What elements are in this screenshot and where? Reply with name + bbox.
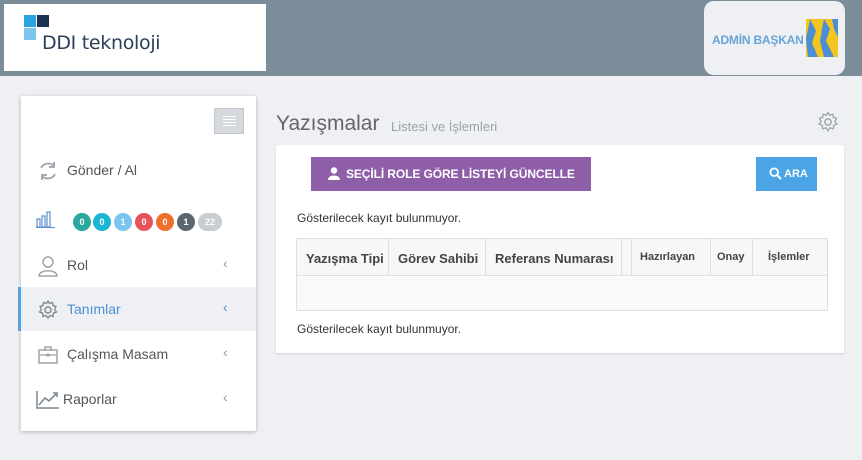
column-header[interactable]: Referans Numarası: [486, 239, 622, 276]
chevron-left-icon: ‹: [223, 389, 228, 405]
sidebar-item-calisma-masam[interactable]: Çalışma Masam ‹: [21, 332, 256, 376]
sidebar-item-label: Rol: [67, 257, 89, 273]
sidebar-item-rol[interactable]: Rol ‹: [21, 243, 256, 287]
sidebar-item-tanimlar[interactable]: Tanımlar ‹: [18, 287, 256, 331]
status-badge[interactable]: 22: [198, 213, 222, 231]
empty-message: Gösterilecek kayıt bulunmuyor.: [297, 322, 462, 336]
column-header[interactable]: Görev Sahibi: [389, 239, 486, 276]
top-header: DDI teknoloji ADMİN BAŞKAN: [0, 0, 862, 76]
empty-message: Gösterilecek kayıt bulunmuyor.: [297, 211, 462, 225]
status-badge[interactable]: 1: [177, 213, 195, 231]
avatar: [806, 19, 838, 57]
status-badge[interactable]: 0: [135, 213, 153, 231]
sidebar-item-label: Çalışma Masam: [67, 346, 169, 362]
sidebar-item-gonder-al[interactable]: Gönder / Al: [21, 148, 256, 192]
gear-icon: [38, 299, 58, 320]
page-subtitle: Listesi ve İşlemleri: [391, 119, 498, 134]
status-badge[interactable]: 0: [73, 213, 91, 231]
chevron-left-icon: ‹: [223, 344, 228, 360]
column-header[interactable]: İşlemler: [753, 239, 827, 276]
status-badge[interactable]: 0: [156, 213, 174, 231]
sync-icon: [40, 162, 56, 180]
user-icon: [328, 167, 340, 180]
sidebar: Gönder / Al 0 0 1 0 0 1 22 Rol ‹ Tanımla…: [18, 96, 256, 431]
column-header[interactable]: Yazışma Tipi: [297, 239, 389, 276]
table-row: [297, 277, 827, 310]
logo[interactable]: DDI teknoloji: [4, 4, 266, 71]
update-list-button-label: SEÇİLİ ROLE GÖRE LİSTEYİ GÜNCELLE: [346, 167, 575, 181]
chevron-left-icon: ‹: [223, 255, 228, 271]
briefcase-icon: [38, 346, 58, 364]
column-header[interactable]: Onay: [711, 239, 753, 276]
content-panel: SEÇİLİ ROLE GÖRE LİSTEYİ GÜNCELLE ARA Gö…: [276, 145, 844, 353]
logo-text: DDI teknoloji: [42, 32, 161, 54]
sidebar-item-raporlar[interactable]: Raporlar ‹: [21, 377, 256, 421]
hamburger-menu-button[interactable]: [214, 108, 244, 134]
column-header[interactable]: Hazırlayan: [632, 239, 711, 276]
sidebar-item-label: Gönder / Al: [67, 162, 138, 178]
chart-line-icon: [36, 391, 59, 409]
settings-gear-icon[interactable]: [817, 111, 839, 133]
chevron-left-icon: ‹: [223, 299, 228, 315]
status-badge[interactable]: 0: [93, 213, 111, 231]
column-header[interactable]: [622, 239, 632, 276]
user-icon: [38, 256, 58, 277]
search-button[interactable]: ARA: [756, 157, 817, 191]
status-badge[interactable]: 1: [114, 213, 132, 231]
sidebar-item-label: Raporlar: [63, 391, 117, 407]
bar-chart-icon: [36, 211, 55, 228]
page-title: Yazışmalar: [276, 112, 380, 135]
search-button-label: ARA: [784, 168, 808, 180]
table-header: Yazışma Tipi Görev Sahibi Referans Numar…: [297, 239, 827, 276]
sidebar-item-label: Tanımlar: [67, 301, 121, 317]
update-list-button[interactable]: SEÇİLİ ROLE GÖRE LİSTEYİ GÜNCELLE: [311, 157, 591, 191]
data-table: Yazışma Tipi Görev Sahibi Referans Numar…: [296, 238, 828, 311]
search-icon: [769, 167, 782, 180]
user-name: ADMİN BAŞKAN: [712, 33, 804, 47]
user-menu[interactable]: ADMİN BAŞKAN: [704, 1, 845, 75]
